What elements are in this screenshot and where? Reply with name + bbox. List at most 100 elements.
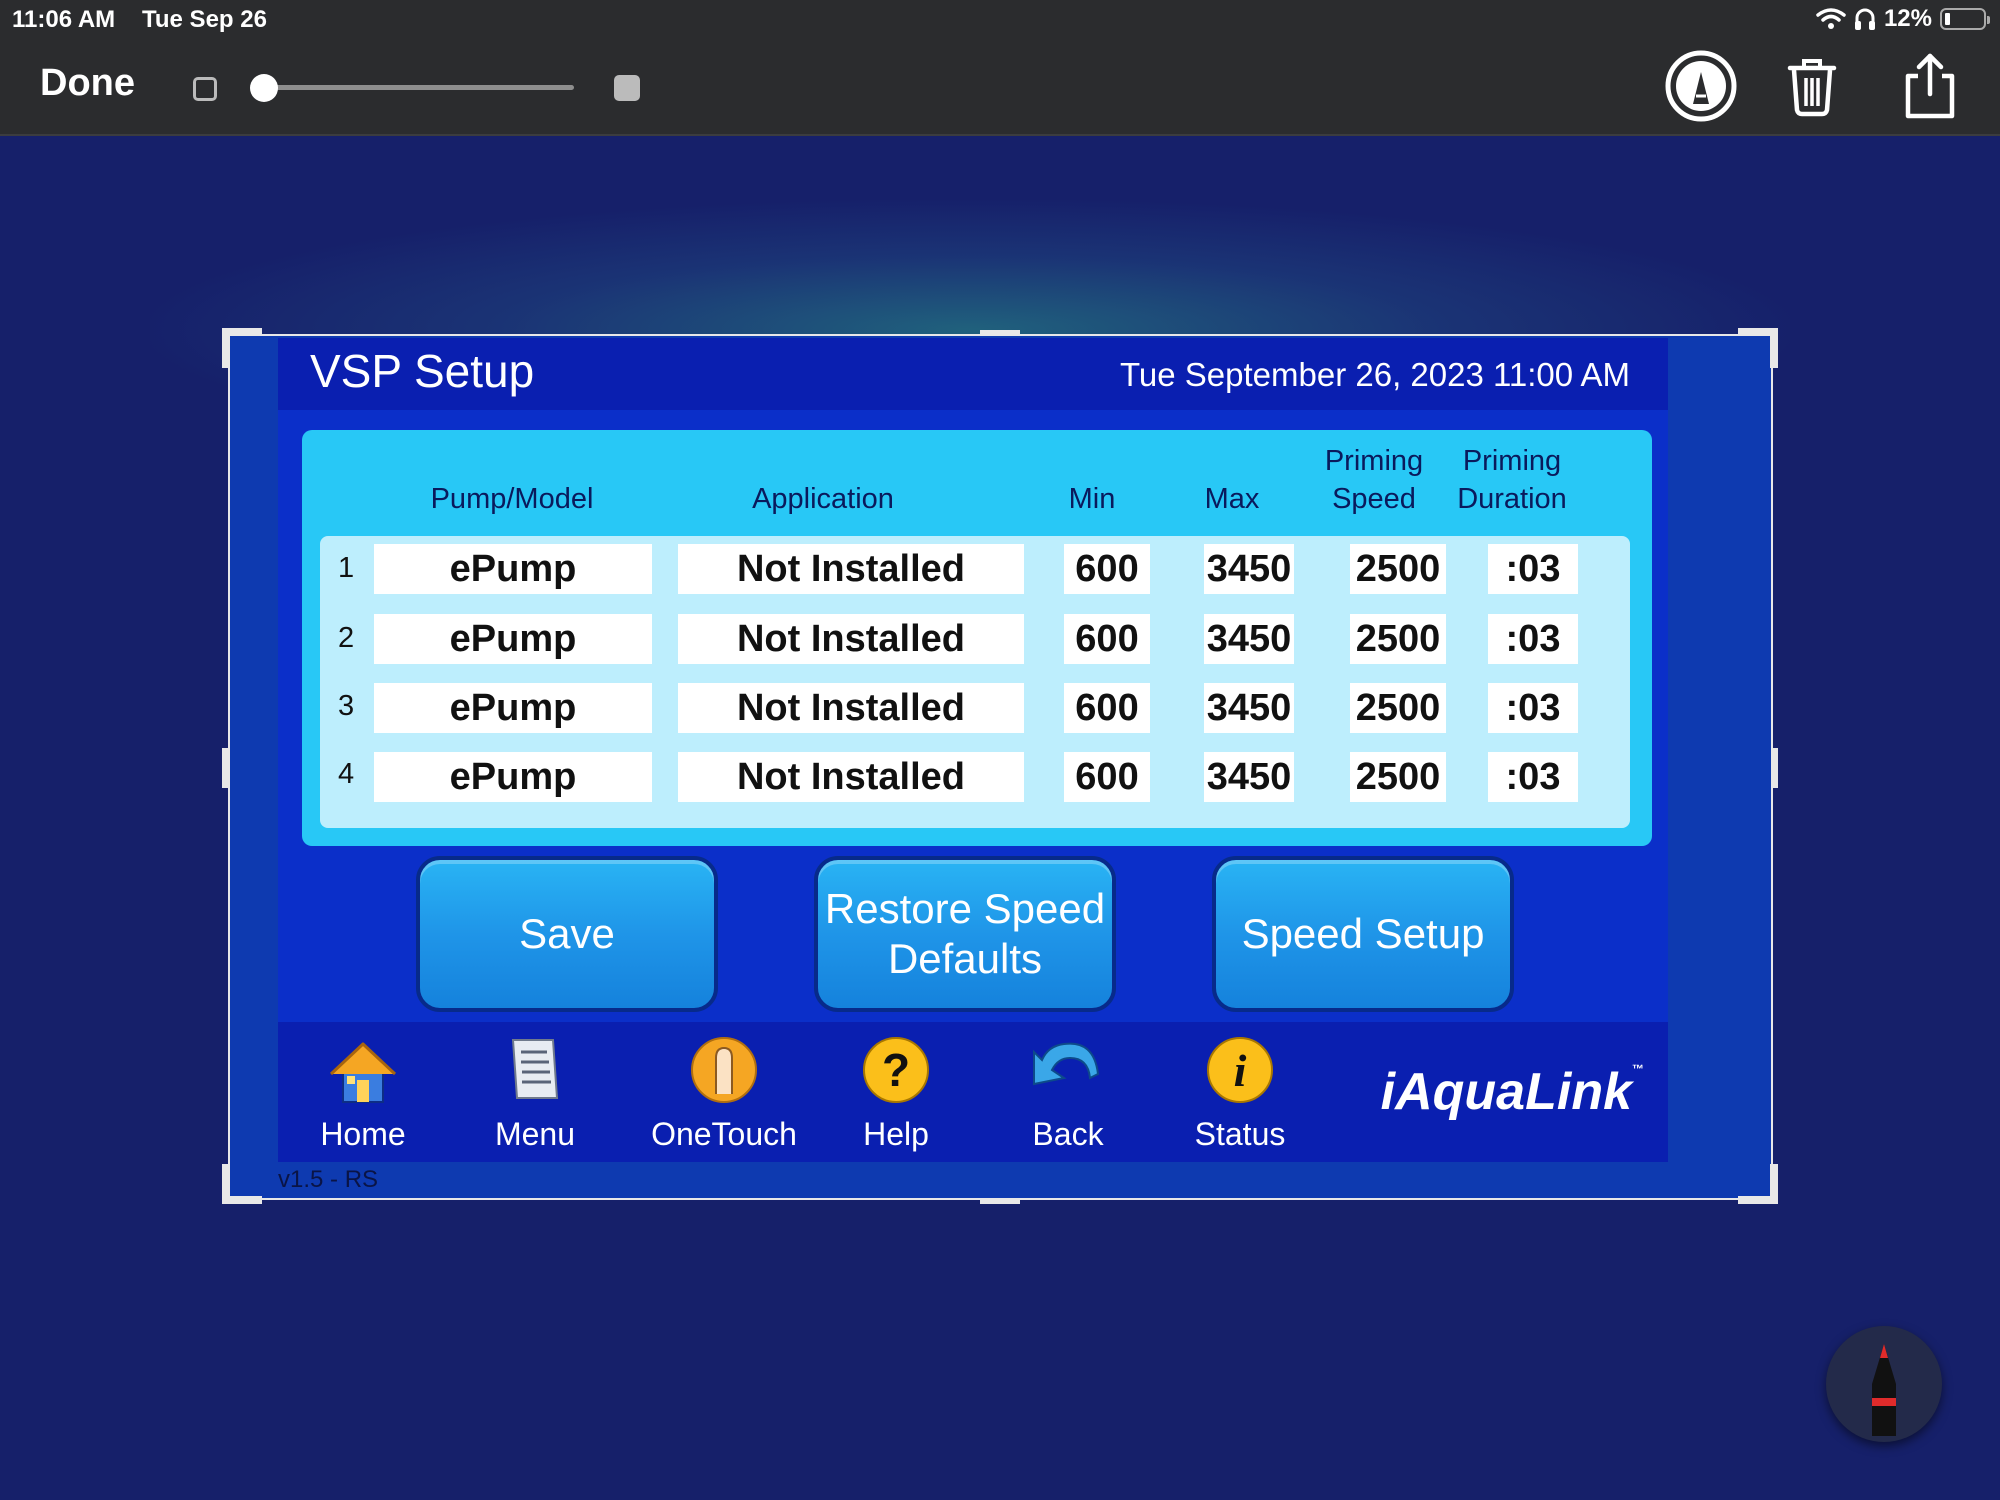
svg-text:?: ? [882, 1044, 910, 1096]
nav-help-label: Help [863, 1116, 929, 1152]
large-brush-icon [614, 75, 640, 101]
row-number: 2 [338, 622, 355, 654]
pump-model-cell[interactable]: ePump [374, 683, 652, 733]
info-icon: i [1207, 1037, 1273, 1103]
wifi-icon [1816, 8, 1846, 29]
app-header: VSP Setup Tue September 26, 2023 11:00 A… [278, 338, 1668, 410]
pump-model-cell[interactable]: ePump [374, 614, 652, 664]
header-priming-speed-2: Speed [1332, 483, 1416, 515]
nav-status[interactable]: i Status [1160, 1034, 1320, 1160]
status-date: Tue Sep 26 [142, 6, 267, 33]
menu-icon [511, 1039, 559, 1099]
speed-setup-button-label: Speed Setup [1241, 910, 1485, 957]
header-pump-model: Pump/Model [430, 483, 594, 515]
pump-table: Pump/Model Application Min Max Priming S… [302, 430, 1652, 846]
pump-model-cell[interactable]: ePump [374, 752, 652, 802]
pencil-tool-button[interactable] [1826, 1326, 1942, 1442]
nav-back[interactable]: Back [988, 1034, 1148, 1160]
header-priming-duration-1: Priming [1462, 445, 1562, 477]
help-icon: ? [863, 1037, 929, 1103]
priming-duration-cell[interactable]: :03 [1488, 683, 1578, 733]
header-datetime: Tue September 26, 2023 11:00 AM [1119, 356, 1630, 393]
markup-toolbar: 11:06 AM Tue Sep 26 12% Done [0, 0, 2000, 136]
crop-handle-top[interactable] [980, 330, 1020, 336]
save-button-label: Save [519, 910, 615, 957]
svg-text:i: i [1234, 1045, 1247, 1096]
vsp-setup-screen: VSP Setup Tue September 26, 2023 11:00 A… [278, 338, 1668, 1162]
application-cell[interactable]: Not Installed [678, 614, 1024, 664]
priming-speed-cell[interactable]: 2500 [1350, 683, 1446, 733]
row-number: 1 [338, 552, 355, 584]
row-number: 3 [338, 690, 355, 722]
crop-handle-bottom[interactable] [980, 1198, 1020, 1204]
small-brush-icon [193, 77, 217, 101]
crop-handle-left[interactable] [222, 748, 228, 788]
status-indicators: 12% [1816, 4, 1990, 34]
application-cell[interactable]: Not Installed [678, 544, 1024, 594]
brand-trademark: ™ [1632, 1062, 1644, 1076]
nav-help[interactable]: ? Help [816, 1034, 976, 1160]
nav-status-label: Status [1194, 1116, 1286, 1152]
done-button[interactable]: Done [40, 62, 135, 105]
crop-handle-bottom-right-v[interactable] [1770, 1164, 1778, 1204]
back-arrow-icon [1033, 1042, 1100, 1086]
min-speed-cell[interactable]: 600 [1064, 614, 1150, 664]
priming-speed-cell[interactable]: 2500 [1350, 614, 1446, 664]
headphones-icon [1854, 8, 1875, 30]
restore-button-label-line2: Defaults [887, 935, 1043, 982]
header-max: Max [1204, 483, 1260, 515]
bottom-nav: Home Menu OneTouch ? Help Back i Status … [278, 1022, 1668, 1162]
min-speed-cell[interactable]: 600 [1064, 544, 1150, 594]
speed-setup-button[interactable]: Speed Setup [1212, 856, 1514, 1012]
nav-menu-label: Menu [494, 1116, 576, 1152]
nav-onetouch[interactable]: OneTouch [644, 1034, 804, 1160]
priming-speed-cell[interactable]: 2500 [1350, 544, 1446, 594]
crop-handle-top-right-v[interactable] [1770, 328, 1778, 368]
iaqualink-logo: iAquaLink™ [1381, 1062, 1644, 1122]
home-icon [329, 1042, 397, 1103]
header-application: Application [752, 483, 894, 515]
header-priming-speed-1: Priming [1324, 445, 1424, 477]
min-speed-cell[interactable]: 600 [1064, 683, 1150, 733]
max-speed-cell[interactable]: 3450 [1204, 614, 1294, 664]
brand-name: iAquaLink [1380, 1063, 1632, 1121]
brush-size-slider[interactable] [262, 85, 574, 90]
trash-icon[interactable] [1776, 50, 1848, 122]
markup-pen-icon[interactable] [1665, 50, 1737, 122]
header-min: Min [1068, 483, 1116, 515]
row-number: 4 [338, 758, 355, 790]
version-label: v1.5 - RS [278, 1166, 379, 1193]
max-speed-cell[interactable]: 3450 [1204, 683, 1294, 733]
status-time: 11:06 AM [12, 6, 116, 33]
header-priming-duration-2: Duration [1457, 483, 1567, 515]
restore-button-label-line1: Restore Speed [824, 885, 1106, 932]
share-icon[interactable] [1894, 50, 1966, 122]
nav-home-label: Home [320, 1116, 406, 1152]
nav-back-label: Back [1032, 1116, 1104, 1152]
pencil-icon [1872, 1344, 1896, 1436]
max-speed-cell[interactable]: 3450 [1204, 752, 1294, 802]
nav-menu[interactable]: Menu [455, 1034, 615, 1160]
priming-duration-cell[interactable]: :03 [1488, 614, 1578, 664]
application-cell[interactable]: Not Installed [678, 683, 1024, 733]
max-speed-cell[interactable]: 3450 [1204, 544, 1294, 594]
pump-rows: 1 ePump Not Installed 600 3450 2500 :03 … [320, 536, 1630, 828]
battery-percentage: 12% [1883, 5, 1932, 32]
min-speed-cell[interactable]: 600 [1064, 752, 1150, 802]
priming-duration-cell[interactable]: :03 [1488, 752, 1578, 802]
page-title: VSP Setup [310, 345, 535, 397]
priming-duration-cell[interactable]: :03 [1488, 544, 1578, 594]
crop-handle-right[interactable] [1772, 748, 1778, 788]
onetouch-icon [691, 1037, 757, 1103]
nav-home[interactable]: Home [283, 1034, 443, 1160]
crop-handle-bottom-left-v[interactable] [222, 1164, 230, 1204]
restore-speed-defaults-button[interactable]: Restore Speed Defaults [814, 856, 1116, 1012]
save-button[interactable]: Save [416, 856, 718, 1012]
priming-speed-cell[interactable]: 2500 [1350, 752, 1446, 802]
crop-handle-top-left-v[interactable] [222, 328, 230, 368]
nav-onetouch-label: OneTouch [651, 1116, 797, 1152]
pump-model-cell[interactable]: ePump [374, 544, 652, 594]
application-cell[interactable]: Not Installed [678, 752, 1024, 802]
brush-size-slider-thumb[interactable] [250, 74, 278, 102]
battery-icon [1940, 8, 1990, 30]
